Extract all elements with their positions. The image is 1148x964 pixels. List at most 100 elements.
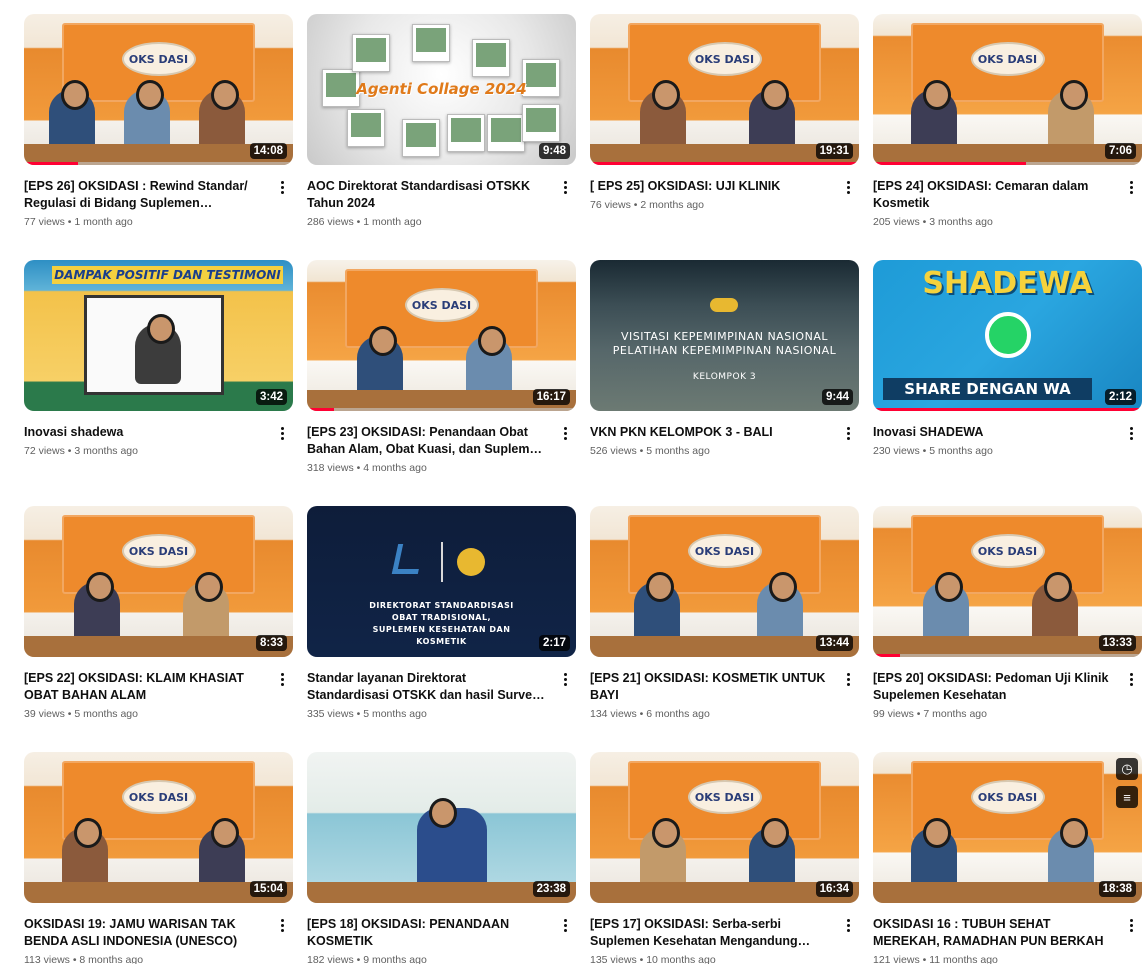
more-options-icon[interactable] [1124, 178, 1138, 196]
video-row: 15:04 OKSIDASI 19: JAMU WARISAN TAK BENDA… [24, 752, 1142, 964]
speaker-figure [135, 314, 181, 384]
host-figure [466, 325, 512, 396]
video-caption: PELATIHAN KEPEMIMPINAN NASIONAL [612, 344, 837, 357]
video-card[interactable]: 19:31 [ EPS 25] OKSIDASI: UJI KLINIK 76 vi… [590, 14, 859, 260]
watch-progress-fill [873, 654, 900, 657]
video-stats: 77 views • 1 month ago [24, 216, 133, 228]
more-options-icon[interactable] [841, 178, 855, 196]
watch-progress-track [873, 654, 1142, 657]
video-meta: [EPS 18] OKSIDASI: PENANDAAN KOSMETIK 182… [307, 916, 576, 964]
kebab-dot [1129, 682, 1133, 686]
testimony-banner: DAMPAK POSITIF DAN TESTIMONI [52, 266, 283, 284]
video-card[interactable]: DAMPAK POSITIF DAN TESTIMONI 3:42 Inovasi … [24, 260, 293, 506]
more-options-icon[interactable] [275, 178, 289, 196]
kebab-dot [1129, 180, 1133, 184]
video-title[interactable]: [EPS 26] OKSIDASI : Rewind Standar/ Regu… [24, 178, 265, 212]
more-options-icon[interactable] [841, 916, 855, 934]
kebab-dot [1129, 918, 1133, 922]
video-meta: [EPS 17] OKSIDASI: Serba-serbi Suplemen … [590, 916, 859, 964]
video-title[interactable]: Standar layanan Direktorat Standardisasi… [307, 670, 548, 704]
video-card[interactable]: Agenti Collage 2024 9:48 AOC Direktorat St… [307, 14, 576, 260]
more-options-icon[interactable] [558, 916, 572, 934]
video-duration: 13:33 [1098, 635, 1136, 651]
photo-frame [487, 114, 525, 152]
video-thumbnail[interactable]: DIREKTORAT STANDARDISASI OBAT TRADISIONA… [307, 506, 576, 657]
video-card[interactable]: 15:04 OKSIDASI 19: JAMU WARISAN TAK BENDA… [24, 752, 293, 964]
video-thumbnail[interactable]: 8:33 [24, 506, 293, 657]
video-title[interactable]: [EPS 22] OKSIDASI: KLAIM KHASIAT OBAT BA… [24, 670, 265, 704]
video-title[interactable]: [EPS 24] OKSIDASI: Cemaran dalam Kosmeti… [873, 178, 1114, 212]
kebab-dot [280, 190, 284, 194]
video-title[interactable]: [EPS 21] OKSIDASI: KOSMETIK UNTUK BAYI [590, 670, 831, 704]
video-title[interactable]: [EPS 20] OKSIDASI: Pedoman Uji Klinik Su… [873, 670, 1114, 704]
video-thumbnail[interactable]: DAMPAK POSITIF DAN TESTIMONI 3:42 [24, 260, 293, 411]
video-thumbnail[interactable]: 16:17 [307, 260, 576, 411]
video-title[interactable]: Inovasi SHADEWA [873, 424, 1114, 441]
more-options-icon[interactable] [558, 670, 572, 688]
video-thumbnail[interactable]: SHADEWA SHARE DENGAN WA 2:12 [873, 260, 1142, 411]
video-title[interactable]: AOC Direktorat Standardisasi OTSKK Tahun… [307, 178, 548, 212]
video-thumbnail[interactable]: 16:34 [590, 752, 859, 903]
video-thumbnail[interactable]: 7:06 [873, 14, 1142, 165]
kebab-dot [846, 928, 850, 932]
video-thumbnail[interactable]: 15:04 [24, 752, 293, 903]
video-card[interactable]: 8:33 [EPS 22] OKSIDASI: KLAIM KHASIAT OBA… [24, 506, 293, 752]
video-title[interactable]: [EPS 18] OKSIDASI: PENANDAAN KOSMETIK [307, 916, 548, 950]
video-title[interactable]: [EPS 23] OKSIDASI: Penandaan Obat Bahan … [307, 424, 548, 458]
shadewa-thumbnail: DAMPAK POSITIF DAN TESTIMONI [24, 260, 293, 411]
video-card[interactable]: 16:34 [EPS 17] OKSIDASI: Serba-serbi Supl… [590, 752, 859, 964]
video-thumbnail[interactable]: 19:31 [590, 14, 859, 165]
more-options-icon[interactable] [1124, 670, 1138, 688]
video-thumbnail[interactable]: Agenti Collage 2024 9:48 [307, 14, 576, 165]
video-card[interactable]: 13:44 [EPS 21] OKSIDASI: KOSMETIK UNTUK B… [590, 506, 859, 752]
kebab-dot [563, 677, 567, 681]
more-options-icon[interactable] [275, 670, 289, 688]
video-thumbnail[interactable]: ◷≡18:38 [873, 752, 1142, 903]
video-card[interactable]: ◷≡18:38OKSIDASI 16 : TUBUH SEHAT MEREKAH… [873, 752, 1142, 964]
video-thumbnail[interactable]: 13:33 [873, 506, 1142, 657]
more-options-icon[interactable] [558, 424, 572, 442]
video-thumbnail[interactable]: 14:08 [24, 14, 293, 165]
video-card[interactable]: 16:17 [EPS 23] OKSIDASI: Penandaan Obat B… [307, 260, 576, 506]
video-thumbnail[interactable]: 23:38 [307, 752, 576, 903]
projection-screen [84, 295, 224, 395]
video-duration: 19:31 [815, 143, 853, 159]
kebab-dot [846, 923, 850, 927]
video-card[interactable]: DIREKTORAT STANDARDISASI OBAT TRADISIONA… [307, 506, 576, 752]
video-title[interactable]: [EPS 17] OKSIDASI: Serba-serbi Suplemen … [590, 916, 831, 950]
video-card[interactable]: SHADEWA SHARE DENGAN WA 2:12 Inovasi SHADEW… [873, 260, 1142, 506]
kebab-dot [280, 677, 284, 681]
video-card[interactable]: 23:38 [EPS 18] OKSIDASI: PENANDAAN KOSMET… [307, 752, 576, 964]
more-options-icon[interactable] [558, 178, 572, 196]
more-options-icon[interactable] [275, 424, 289, 442]
video-title[interactable]: OKSIDASI 19: JAMU WARISAN TAK BENDA ASLI… [24, 916, 265, 950]
video-title[interactable]: OKSIDASI 16 : TUBUH SEHAT MEREKAH, RAMAD… [873, 916, 1114, 950]
logo-divider [441, 542, 443, 582]
video-caption: KELOMPOK 3 [692, 372, 757, 382]
oksidasi-logo [121, 41, 196, 76]
add-to-queue-icon[interactable]: ≡ [1116, 786, 1138, 808]
video-meta: [ EPS 25] OKSIDASI: UJI KLINIK 76 views •… [590, 178, 859, 211]
more-options-icon[interactable] [275, 916, 289, 934]
oksidasi-logo [404, 287, 479, 322]
more-options-icon[interactable] [841, 670, 855, 688]
watch-progress-fill [307, 408, 334, 411]
video-title[interactable]: [ EPS 25] OKSIDASI: UJI KLINIK [590, 178, 831, 195]
video-title[interactable]: VKN PKN KELOMPOK 3 - BALI [590, 424, 831, 441]
video-thumbnail[interactable]: VISITASI KEPEMIMPINAN NASIONAL PELATIHAN … [590, 260, 859, 411]
video-title[interactable]: Inovasi shadewa [24, 424, 265, 441]
video-meta: [EPS 26] OKSIDASI : Rewind Standar/ Regu… [24, 178, 293, 228]
video-card[interactable]: 13:33 [EPS 20] OKSIDASI: Pedoman Uji Klin… [873, 506, 1142, 752]
more-options-icon[interactable] [841, 424, 855, 442]
video-card[interactable]: 14:08 [EPS 26] OKSIDASI : Rewind Standar/… [24, 14, 293, 260]
watch-progress-fill [873, 408, 1142, 411]
video-thumbnail[interactable]: 13:44 [590, 506, 859, 657]
video-duration: 16:34 [815, 881, 853, 897]
video-card[interactable]: VISITASI KEPEMIMPINAN NASIONAL PELATIHAN … [590, 260, 859, 506]
watch-later-icon[interactable]: ◷ [1116, 758, 1138, 780]
video-card[interactable]: 7:06 [EPS 24] OKSIDASI: Cemaran dalam Kos… [873, 14, 1142, 260]
host-figure [199, 817, 245, 888]
video-row: DAMPAK POSITIF DAN TESTIMONI 3:42 Inovasi … [24, 260, 1142, 506]
more-options-icon[interactable] [1124, 424, 1138, 442]
more-options-icon[interactable] [1124, 916, 1138, 934]
